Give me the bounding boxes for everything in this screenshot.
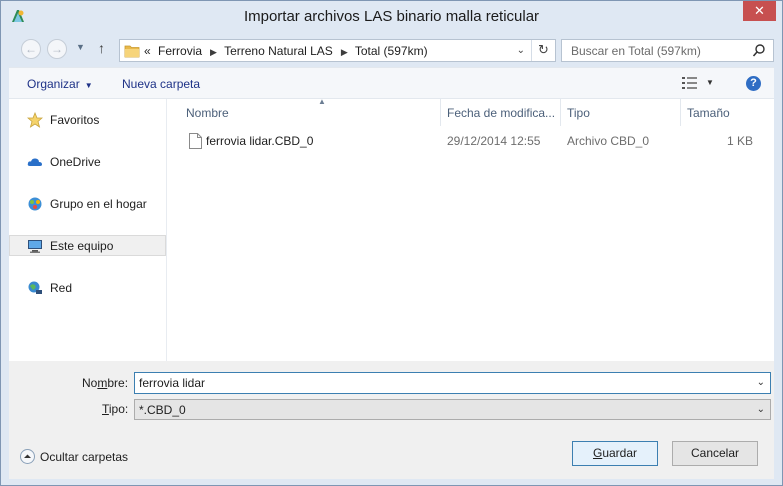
column-header-label: Nombre <box>186 106 229 120</box>
sidebar-item-onedrive[interactable]: OneDrive <box>9 151 166 172</box>
save-form: Nombre: ⌄ Tipo: *.CBD_0 ⌄ Ocultar carpet… <box>9 361 774 479</box>
column-header-size[interactable]: Tamaño <box>681 99 761 126</box>
sidebar-item-label: OneDrive <box>50 155 101 169</box>
sidebar-item-este-equipo[interactable]: Este equipo <box>9 235 166 256</box>
chevron-down-icon[interactable]: ⌄ <box>517 45 525 56</box>
file-modified: 29/12/2014 12:55 <box>447 134 541 148</box>
file-name: ferrovia lidar.CBD_0 <box>206 134 314 148</box>
cancel-button[interactable]: Cancelar <box>672 441 758 466</box>
chevron-right-icon[interactable]: ▶ <box>210 47 217 57</box>
search-icon[interactable] <box>752 43 766 58</box>
close-button[interactable]: ✕ <box>743 1 776 21</box>
hide-folders-label: Ocultar carpetas <box>40 450 129 464</box>
file-size: 1 KB <box>726 134 753 148</box>
navigation-pane: Favoritos OneDrive Grupo en el hogar Est… <box>9 99 167 361</box>
view-dropdown-icon[interactable]: ▼ <box>706 78 714 87</box>
organize-label: Organizar <box>27 77 80 91</box>
breadcrumb-overflow[interactable]: « <box>144 44 151 58</box>
dialog-window: Importar archivos LAS binario malla reti… <box>0 0 783 486</box>
network-icon <box>28 281 42 294</box>
address-bar[interactable]: « Ferrovia ▶ Terreno Natural LAS ▶ Total (… <box>119 39 556 62</box>
collapse-up-icon[interactable] <box>20 449 35 464</box>
column-header-type[interactable]: Tipo <box>561 99 681 126</box>
organize-button[interactable]: Organizar ▼ <box>27 77 93 91</box>
file-type-select[interactable]: *.CBD_0 ⌄ <box>134 399 771 420</box>
history-dropdown-icon[interactable]: ▼ <box>76 42 85 52</box>
sidebar-item-red[interactable]: Red <box>9 277 166 298</box>
type-label: Tipo: <box>102 402 129 416</box>
refresh-button[interactable]: ↻ <box>531 40 555 61</box>
breadcrumb-item-terreno[interactable]: Terreno Natural LAS <box>224 44 333 58</box>
sidebar-item-label: Red <box>50 281 73 295</box>
column-header-name[interactable]: Nombre ▲ <box>180 97 441 126</box>
sort-ascending-icon: ▲ <box>318 97 326 106</box>
search-box[interactable] <box>561 39 774 62</box>
window-title: Importar archivos LAS binario malla reti… <box>243 8 540 25</box>
breadcrumb-item-total[interactable]: Total (597km) <box>355 44 428 58</box>
breadcrumb: « Ferrovia ▶ Terreno Natural LAS ▶ Total (… <box>144 44 432 58</box>
column-header-modified[interactable]: Fecha de modifica... <box>441 99 561 126</box>
up-button[interactable]: ↑ <box>98 40 105 56</box>
view-options-icon[interactable] <box>682 77 698 89</box>
help-icon[interactable]: ? <box>746 76 761 91</box>
name-label: Nombre: <box>82 376 129 390</box>
file-name-input[interactable] <box>135 373 745 393</box>
folder-icon <box>124 45 140 58</box>
file-list: Nombre ▲ Fecha de modifica... Tipo Tamañ… <box>167 97 774 361</box>
save-button[interactable]: Guardar <box>572 441 658 466</box>
file-type-value: *.CBD_0 <box>139 403 186 417</box>
homegroup-icon <box>28 197 42 211</box>
chevron-down-icon[interactable]: ⌄ <box>757 404 765 415</box>
table-row[interactable]: ferrovia lidar.CBD_0 29/12/2014 12:55 Ar… <box>167 130 774 152</box>
sidebar-item-label: Grupo en el hogar <box>50 197 147 211</box>
breadcrumb-item-ferrovia[interactable]: Ferrovia <box>158 44 202 58</box>
sidebar-item-grupo-hogar[interactable]: Grupo en el hogar <box>9 193 166 214</box>
sidebar-item-favoritos[interactable]: Favoritos <box>9 109 166 130</box>
back-button[interactable]: ← <box>21 39 41 59</box>
sidebar-item-label: Este equipo <box>50 239 114 253</box>
name-combobox[interactable]: ⌄ <box>134 372 771 394</box>
sidebar-item-label: Favoritos <box>50 113 100 127</box>
search-input[interactable] <box>562 40 747 61</box>
file-type: Archivo CBD_0 <box>567 134 650 148</box>
computer-icon <box>28 240 42 253</box>
forward-button[interactable]: → <box>47 39 67 59</box>
cloud-icon <box>27 158 42 166</box>
column-header-label: Fecha de modifica... <box>447 106 556 120</box>
new-folder-button[interactable]: Nueva carpeta <box>122 77 200 91</box>
title-bar: Importar archivos LAS binario malla reti… <box>1 1 782 32</box>
chevron-down-icon[interactable]: ⌄ <box>757 377 765 388</box>
caret-down-icon: ▼ <box>84 81 93 90</box>
star-icon <box>27 112 43 128</box>
file-icon <box>189 133 202 149</box>
column-header-label: Tipo <box>567 106 590 120</box>
chevron-right-icon[interactable]: ▶ <box>341 47 348 57</box>
command-bar: Organizar ▼ Nueva carpeta ▼ ? <box>9 67 774 99</box>
column-header-label: Tamaño <box>687 106 730 120</box>
navigation-bar: ← → ▼ ↑ « Ferrovia ▶ Terreno Natural LAS ▶… <box>9 32 774 67</box>
